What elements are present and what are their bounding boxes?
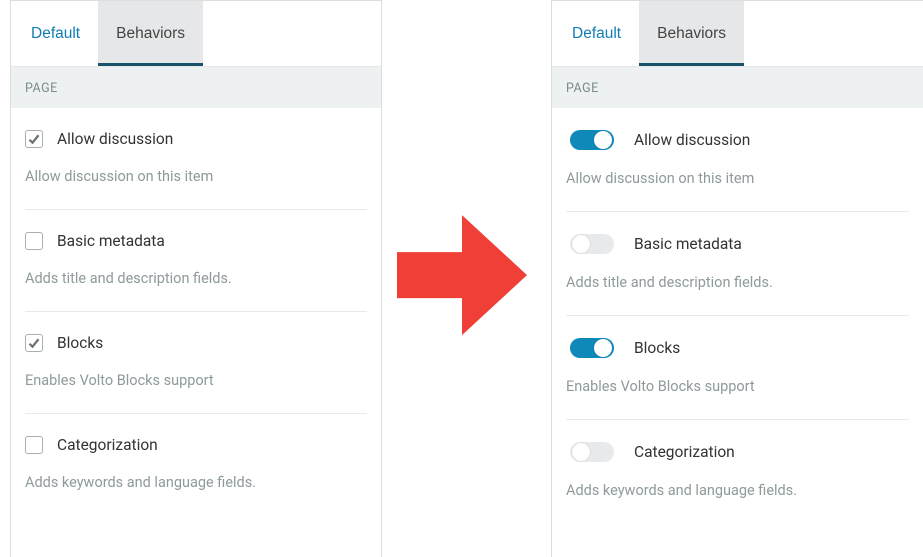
toggle-blocks[interactable]: [570, 338, 614, 358]
panel-toggle-variant: Default Behaviors PAGE Allow discussion …: [551, 0, 923, 557]
toggle-allow-discussion[interactable]: [570, 130, 614, 150]
item-label: Allow discussion: [634, 131, 750, 149]
tabs: Default Behaviors: [552, 1, 923, 66]
item-basic-metadata: Basic metadata Adds title and descriptio…: [566, 212, 909, 316]
tab-default[interactable]: Default: [554, 1, 639, 66]
item-blocks: Blocks Enables Volto Blocks support: [25, 312, 367, 414]
item-label: Blocks: [634, 339, 680, 357]
tab-behaviors[interactable]: Behaviors: [98, 1, 203, 66]
item-label: Categorization: [57, 436, 158, 454]
tab-behaviors[interactable]: Behaviors: [639, 1, 744, 66]
toggle-basic-metadata[interactable]: [570, 234, 614, 254]
tab-default[interactable]: Default: [13, 1, 98, 66]
item-desc: Enables Volto Blocks support: [25, 372, 367, 389]
item-desc: Adds title and description fields.: [566, 274, 909, 291]
item-categorization: Categorization Adds keywords and languag…: [566, 420, 909, 523]
item-desc: Allow discussion on this item: [566, 170, 909, 187]
items-list: Allow discussion Allow discussion on thi…: [552, 108, 923, 523]
checkbox-allow-discussion[interactable]: [25, 130, 43, 148]
item-desc: Adds keywords and language fields.: [566, 482, 909, 499]
item-categorization: Categorization Adds keywords and languag…: [25, 414, 367, 515]
checkbox-blocks[interactable]: [25, 334, 43, 352]
arrow-right-icon: [392, 210, 532, 340]
item-desc: Enables Volto Blocks support: [566, 378, 909, 395]
toggle-categorization[interactable]: [570, 442, 614, 462]
checkbox-basic-metadata[interactable]: [25, 232, 43, 250]
item-allow-discussion: Allow discussion Allow discussion on thi…: [566, 108, 909, 212]
checkbox-categorization[interactable]: [25, 436, 43, 454]
item-label: Categorization: [634, 443, 735, 461]
item-label: Blocks: [57, 334, 103, 352]
item-blocks: Blocks Enables Volto Blocks support: [566, 316, 909, 420]
item-label: Basic metadata: [634, 235, 742, 253]
section-header-page: PAGE: [11, 66, 381, 108]
item-desc: Adds keywords and language fields.: [25, 474, 367, 491]
items-list: Allow discussion Allow discussion on thi…: [11, 108, 381, 515]
panel-checkbox-variant: Default Behaviors PAGE Allow discussion …: [10, 0, 382, 557]
tabs: Default Behaviors: [11, 1, 381, 66]
section-header-page: PAGE: [552, 66, 923, 108]
item-desc: Adds title and description fields.: [25, 270, 367, 287]
item-allow-discussion: Allow discussion Allow discussion on thi…: [25, 108, 367, 210]
item-basic-metadata: Basic metadata Adds title and descriptio…: [25, 210, 367, 312]
item-desc: Allow discussion on this item: [25, 168, 367, 185]
item-label: Basic metadata: [57, 232, 165, 250]
item-label: Allow discussion: [57, 130, 173, 148]
